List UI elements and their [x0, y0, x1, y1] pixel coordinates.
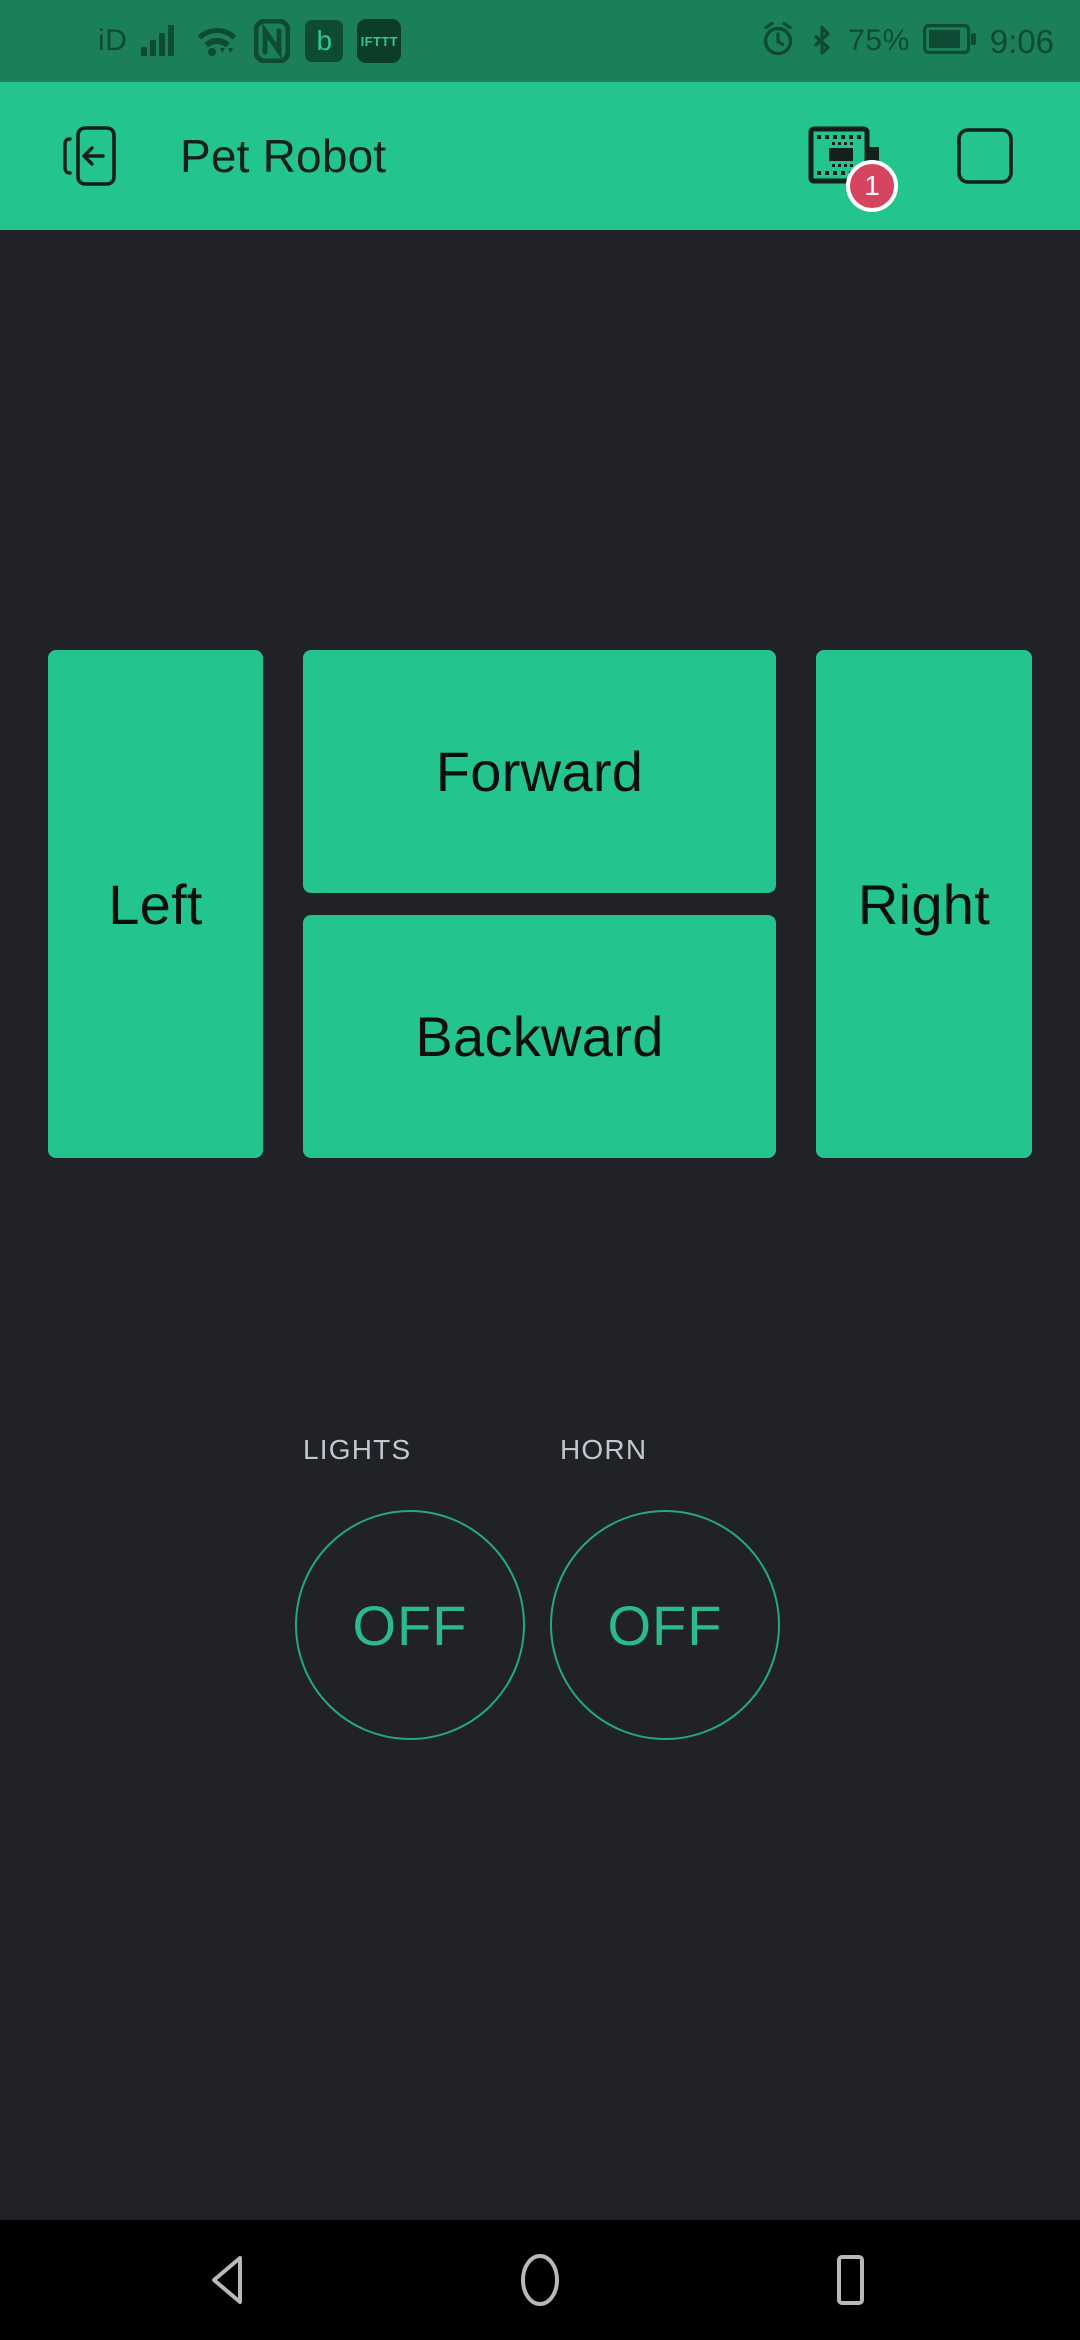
wifi-icon: [195, 21, 239, 62]
status-bar-right: 75% 9:06: [760, 19, 1054, 64]
back-triangle-icon[interactable]: [175, 2225, 285, 2335]
stop-square-icon[interactable]: [944, 115, 1026, 197]
microcontroller-board-icon[interactable]: 1: [798, 108, 898, 212]
bluetooth-icon: [809, 19, 835, 64]
android-nav-bar: [0, 2220, 1080, 2340]
recents-square-icon[interactable]: [795, 2225, 905, 2335]
nfc-icon: [253, 19, 291, 63]
button-right[interactable]: Right: [816, 650, 1032, 1158]
blynk-icon: b: [305, 20, 344, 62]
status-badge: 1: [846, 160, 898, 212]
carrier-label: iD: [98, 24, 128, 57]
signal-bars-icon: [141, 22, 181, 61]
exit-project-icon[interactable]: [46, 110, 138, 202]
button-backward[interactable]: Backward: [303, 915, 776, 1158]
horn-toggle-button[interactable]: OFF: [550, 1510, 780, 1740]
battery-percent-label: 75%: [848, 24, 910, 57]
status-bar-left: iD b IFTTT: [26, 19, 402, 63]
ifttt-icon: IFTTT: [357, 19, 402, 63]
home-circle-icon[interactable]: [485, 2225, 595, 2335]
battery-icon: [922, 23, 977, 59]
clock-label: 9:06: [989, 22, 1054, 60]
button-forward[interactable]: Forward: [303, 650, 776, 893]
alarm-icon: [760, 21, 796, 62]
app-bar: Pet Robot 1: [0, 82, 1080, 230]
status-bar: iD b IFTTT 75% 9:06: [0, 0, 1080, 82]
page-title: Pet Robot: [180, 130, 387, 182]
lights-toggle-button[interactable]: OFF: [295, 1510, 525, 1740]
widget-canvas: Left Forward Backward Right LIGHTS HORN …: [0, 230, 1080, 2220]
phone-screen: iD b IFTTT 75% 9:06 Pet Robot 1 Left For…: [0, 0, 1080, 2340]
lights-label: LIGHTS: [303, 1434, 412, 1465]
horn-label: HORN: [560, 1434, 648, 1465]
button-left[interactable]: Left: [48, 650, 263, 1158]
